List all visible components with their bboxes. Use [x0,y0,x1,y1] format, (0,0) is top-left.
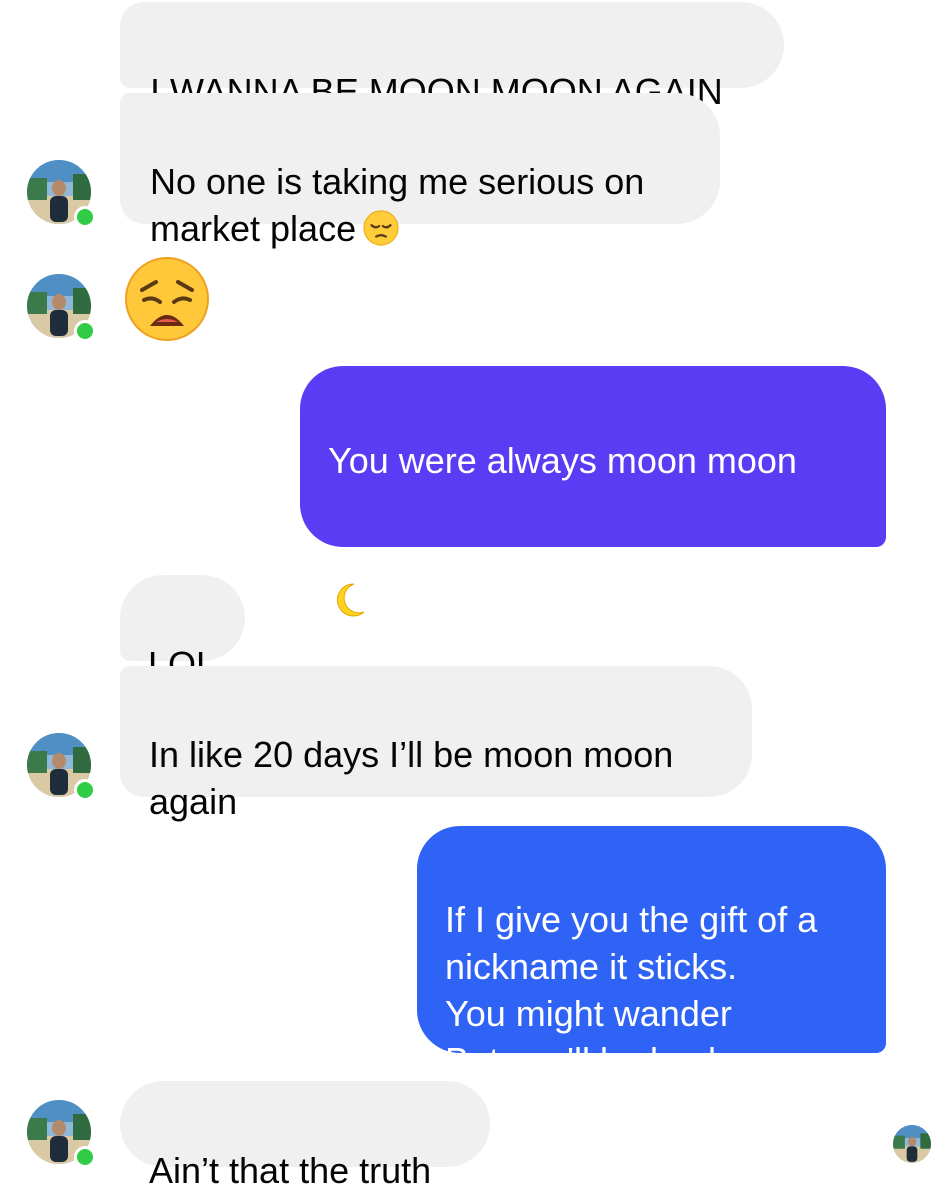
message-bubble-outgoing[interactable]: If I give you the gift of a nickname it … [417,826,886,1081]
online-status-icon [74,779,96,801]
contact-avatar-icon[interactable] [27,274,96,342]
weary-face-emoji-icon[interactable] [124,256,210,342]
message-bubble-incoming[interactable]: I WANNA BE MOON MOON AGAIN [120,2,784,112]
message-text: In like 20 days I’ll be moon moon again [149,734,674,822]
online-status-icon [74,206,96,228]
contact-avatar-icon[interactable] [27,733,96,801]
online-status-icon [74,320,96,342]
crescent-moon-emoji-icon [336,583,365,617]
message-bubble-incoming[interactable]: In like 20 days I’ll be moon moon again [120,666,752,822]
read-receipt-avatar-icon [893,1125,931,1163]
message-bubble-outgoing[interactable]: You were always moon moon Just look deep… [300,366,886,669]
message-text: Just look deep into your heart [328,628,801,669]
message-bubble-incoming[interactable]: Ain’t that the truth [120,1081,490,1191]
pensive-face-emoji-icon [363,210,399,246]
online-status-icon [74,1146,96,1168]
contact-avatar-icon[interactable] [27,160,96,228]
message-text: Ain’t that the truth [149,1150,432,1191]
message-bubble-incoming[interactable]: No one is taking me serious on market pl… [120,93,720,249]
message-text: You were always moon moon [328,440,797,481]
contact-avatar-icon[interactable] [27,1100,96,1168]
message-text: If I give you the gift of a nickname it … [445,899,818,1081]
message-bubble-incoming[interactable]: LOL [120,575,245,685]
